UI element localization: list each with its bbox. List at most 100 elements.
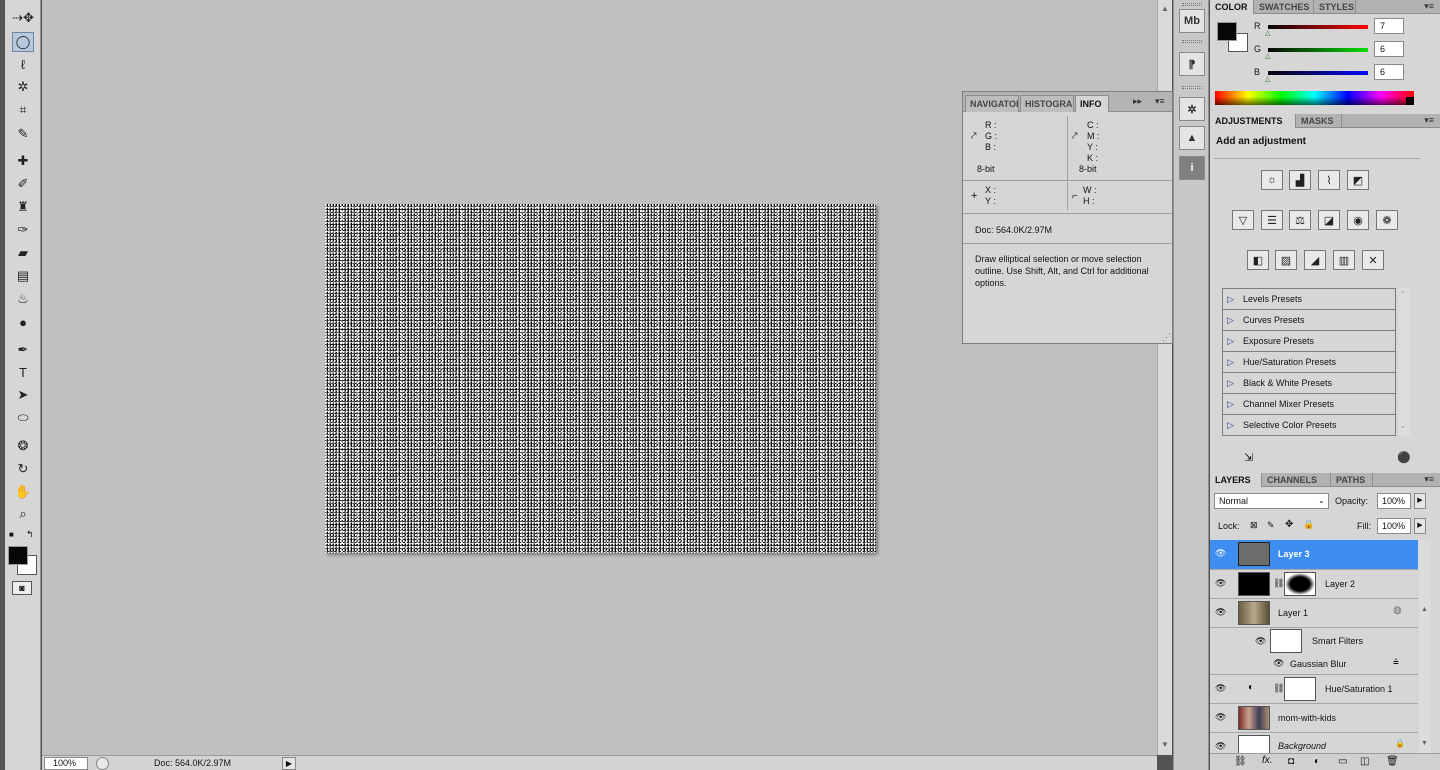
visibility-eye-icon[interactable]: 👁 [1255,636,1266,647]
layer-row-background[interactable]: 👁 Background 🔒 [1210,733,1418,753]
layer-row-gaussian-blur[interactable]: 👁 Gaussian Blur ⩮ [1210,654,1418,675]
tab-color[interactable]: COLOR [1210,0,1254,14]
visibility-eye-icon[interactable]: 👁 [1215,741,1226,752]
mask-link-icon[interactable]: ⛓ [1273,578,1284,589]
type-tool-icon[interactable]: T [12,362,34,382]
scroll-up-icon[interactable]: ⌃ [1400,290,1406,298]
zoom-level-field[interactable]: 100% [44,757,88,770]
scroll-up-icon[interactable]: ▲ [1421,606,1428,613]
gradient-map-icon[interactable]: ▥ [1333,250,1355,270]
layer-row-hue-saturation-1[interactable]: 👁 ◐ ⛓ Hue/Saturation 1 [1210,675,1418,704]
brightness-contrast-icon[interactable]: ☼ [1261,170,1283,190]
tab-styles[interactable]: STYLES [1314,0,1356,14]
layer-mask-thumbnail[interactable] [1284,677,1316,701]
expand-triangle-icon[interactable]: ▷ [1227,352,1234,373]
posterize-icon[interactable]: ▨ [1275,250,1297,270]
layer-row-smart-filters[interactable]: 👁 Smart Filters [1210,628,1418,654]
scroll-down-icon[interactable]: ⌄ [1400,422,1406,430]
invert-icon[interactable]: ◧ [1247,250,1269,270]
dodge-tool-icon[interactable]: ● [12,312,34,332]
opacity-slider-arrow-icon[interactable]: ▶ [1414,493,1426,509]
foreground-color-swatch[interactable] [1217,22,1237,41]
ellipse-shape-tool-icon[interactable]: ⬭ [12,408,34,428]
layer-name[interactable]: Layer 2 [1325,579,1355,589]
list-item[interactable]: ▷ Exposure Presets [1223,331,1395,352]
tab-navigator[interactable]: NAVIGATOR [965,95,1019,112]
opacity-field[interactable]: 100% [1377,493,1411,509]
filter-blending-options-icon[interactable]: ⩮ [1393,657,1399,668]
visibility-eye-icon[interactable]: 👁 [1215,607,1226,618]
eyedropper-sample-icon[interactable]: ⤤ [971,131,977,142]
layer-name[interactable]: mom-with-kids [1278,713,1336,723]
green-slider-bar[interactable] [1268,48,1368,52]
quick-mask-icon[interactable]: ◙ [12,581,32,595]
status-info-icon[interactable] [96,757,109,770]
tools-panel-grip[interactable] [0,0,5,770]
blend-mode-select[interactable]: Normal [1214,493,1329,509]
lock-all-icon[interactable]: 🔒 [1303,519,1314,530]
layer-row-mom-with-kids[interactable]: 👁 mom-with-kids [1210,704,1418,733]
red-slider-bar[interactable] [1268,25,1368,29]
list-item[interactable]: ▷ Channel Mixer Presets [1223,394,1395,415]
layer-row-layer-1[interactable]: 👁 Layer 1 ◍ [1210,599,1418,628]
brush-tool-icon[interactable]: ✐ [12,174,34,194]
list-item[interactable]: ▷ Hue/Saturation Presets [1223,352,1395,373]
presets-scrollbar[interactable]: ⌃ ⌄ [1398,288,1410,436]
lock-position-icon[interactable]: ✥ [1285,519,1293,530]
3d-panel-icon[interactable]: ✲ [1179,97,1205,121]
selective-color-icon[interactable]: ✕ [1362,250,1384,270]
navigator-panel-icon[interactable]: ▲ [1179,126,1205,150]
expand-triangle-icon[interactable]: ▷ [1227,415,1234,436]
layers-scrollbar[interactable]: ▲ ▼ [1419,540,1431,753]
list-item[interactable]: ▷ Curves Presets [1223,310,1395,331]
red-value-field[interactable]: 7 [1374,18,1404,34]
threshold-icon[interactable]: ◢ [1304,250,1326,270]
eraser-tool-icon[interactable]: ▰ [12,243,34,263]
levels-icon[interactable]: ▟ [1289,170,1311,190]
visibility-eye-icon[interactable]: 👁 [1273,658,1284,669]
magic-wand-tool-icon[interactable]: ✲ [12,77,34,97]
layer-name[interactable]: Gaussian Blur [1290,659,1347,669]
tab-layers[interactable]: LAYERS [1210,473,1262,487]
visibility-eye-icon[interactable]: 👁 [1215,712,1226,723]
mask-link-icon[interactable]: ⛓ [1273,683,1284,694]
smart-filter-badge-icon[interactable]: ◍ [1393,605,1402,616]
panel-menu-icon[interactable]: ▾≡ [1424,1,1434,12]
new-adjustment-icon[interactable]: ◐ [1314,756,1320,767]
status-menu-arrow-icon[interactable]: ▶ [282,757,296,770]
color-balance-icon[interactable]: ⚖ [1289,210,1311,230]
lock-transparency-icon[interactable]: ⊠ [1250,520,1258,531]
blur-tool-icon[interactable]: ♨ [12,289,34,309]
tab-histogram[interactable]: HISTOGRAM [1020,95,1074,112]
foreground-color-swatch[interactable] [8,546,28,565]
3d-orbit-tool-icon[interactable]: ↻ [12,459,34,479]
tab-channels[interactable]: CHANNELS [1262,473,1331,487]
clip-to-layer-icon[interactable]: ⚫ [1397,451,1411,464]
info-panel-icon[interactable]: i [1179,156,1205,180]
path-selection-tool-icon[interactable]: ➤ [12,385,34,405]
expand-triangle-icon[interactable]: ▷ [1227,331,1234,352]
history-brush-tool-icon[interactable]: ✑ [12,220,34,240]
3d-rotate-tool-icon[interactable]: ❂ [12,436,34,456]
fill-slider-arrow-icon[interactable]: ▶ [1414,518,1426,534]
color-spectrum-ramp[interactable] [1215,91,1414,105]
tab-swatches[interactable]: SWATCHES [1254,0,1314,14]
expand-triangle-icon[interactable]: ▷ [1227,289,1234,310]
scroll-down-icon[interactable]: ▼ [1421,740,1428,747]
tab-adjustments[interactable]: ADJUSTMENTS [1210,114,1296,128]
scroll-down-icon[interactable]: ▼ [1161,740,1169,749]
dock-grip[interactable] [1182,3,1202,6]
layer-name[interactable]: Layer 3 [1278,549,1310,559]
curves-icon[interactable]: ⌇ [1318,170,1340,190]
noise-document-image[interactable] [325,204,876,553]
healing-brush-tool-icon[interactable]: ✚ [12,151,34,171]
mini-bridge-icon[interactable]: Mb [1179,9,1205,33]
collapse-panel-icon[interactable]: ▸▸ [1133,96,1142,107]
visibility-eye-icon[interactable]: 👁 [1215,683,1226,694]
slider-thumb-icon[interactable]: △ [1265,29,1270,37]
layer-name[interactable]: Background [1278,741,1326,751]
eyedropper-sample-icon[interactable]: ⤤ [1072,131,1078,142]
pen-tool-icon[interactable]: ✒ [12,340,34,360]
layer-name[interactable]: Hue/Saturation 1 [1325,684,1393,694]
swap-colors-icon[interactable]: ↰ [26,529,34,540]
